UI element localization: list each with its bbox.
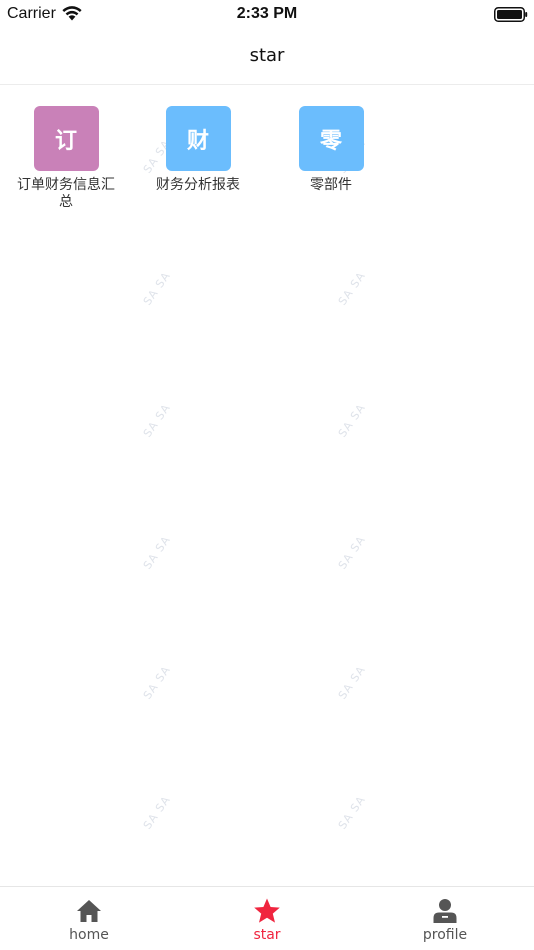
navigation-bar: star [0,28,534,85]
grid-item-parts[interactable]: 零 零部件 [265,106,397,194]
watermark: SA SA [140,269,174,308]
grid-item-finance-report[interactable]: 财 财务分析报表 [132,106,264,194]
watermark: SA SA [140,793,174,832]
watermark: SA SA [335,533,369,572]
tab-label: star [253,927,281,943]
watermark: SA SA [140,401,174,440]
tab-label: home [69,927,109,943]
status-bar: Carrier 2:33 PM [0,0,534,28]
page-title: star [249,45,285,66]
battery-icon [494,7,528,22]
finance-icon[interactable]: 财 [165,106,231,171]
star-icon [254,898,280,923]
grid-item-label: 订单财务信息汇总 [17,177,115,210]
watermark: SA SA [140,663,174,702]
grid-item-label: 财务分析报表 [156,177,240,193]
tab-profile[interactable]: profile [356,887,534,950]
watermark: SA SA [335,269,369,308]
parts-icon[interactable]: 零 [298,106,364,171]
grid-item-order-finance-summary[interactable]: 订 订单财务信息汇总 [0,106,132,211]
order-icon[interactable]: 订 [33,106,99,171]
watermark: SA SA [335,663,369,702]
status-time: 2:33 PM [236,5,298,22]
watermark: SA SA [335,401,369,440]
home-icon [77,900,101,922]
tab-home[interactable]: home [0,887,178,950]
watermark: SA SA [140,533,174,572]
tab-label: profile [422,927,468,943]
tab-bar: home star profile [0,886,534,950]
grid-item-label: 零部件 [310,177,352,193]
profile-icon [433,899,457,923]
watermark: SA SA [335,793,369,832]
app-screen: Carrier 2:33 PM star SA SA SA SA SA SA S… [0,0,534,950]
tab-star[interactable]: star [178,887,356,950]
